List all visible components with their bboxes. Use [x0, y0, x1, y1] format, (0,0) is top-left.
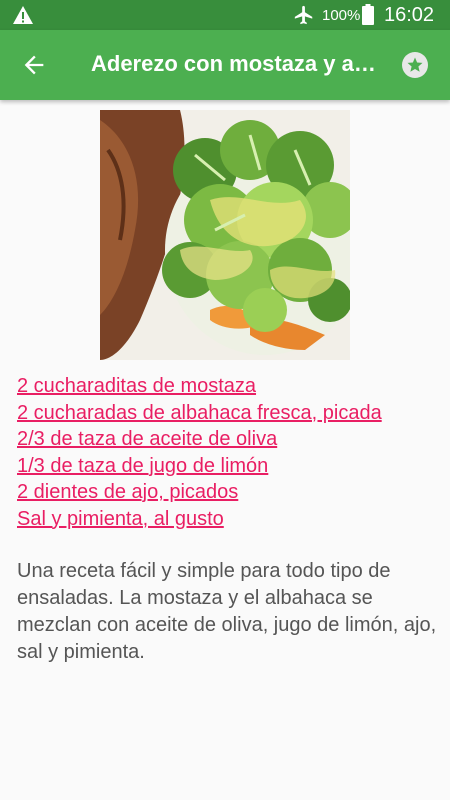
ingredient-link[interactable]: 2/3 de taza de aceite de oliva	[17, 428, 277, 450]
ingredient-link[interactable]: Sal y pimienta, al gusto	[17, 508, 224, 530]
list-item: 2 dientes de ajo, picados	[17, 479, 437, 506]
ingredient-link[interactable]: 2 cucharadas de albahaca fresca, picada	[17, 402, 382, 424]
battery-icon	[362, 4, 374, 25]
list-item: 1/3 de taza de jugo de limón	[17, 453, 437, 480]
warning-icon	[13, 6, 33, 24]
back-arrow-icon[interactable]	[20, 51, 48, 79]
ingredient-link[interactable]: 2 cucharaditas de mostaza	[17, 375, 256, 397]
recipe-photo	[100, 110, 350, 360]
favorite-button[interactable]	[402, 52, 428, 78]
page-title: Aderezo con mostaza y albahaca	[91, 51, 381, 76]
favorite-star-icon	[407, 57, 423, 72]
list-item: 2 cucharaditas de mostaza	[17, 373, 437, 400]
ingredient-link[interactable]: 2 dientes de ajo, picados	[17, 481, 238, 503]
ingredient-link[interactable]: 1/3 de taza de jugo de limón	[17, 455, 268, 477]
airplane-mode-icon	[294, 5, 313, 25]
status-bar: 100% 16:02	[0, 0, 450, 30]
clock: 16:02	[384, 4, 435, 26]
list-item: 2 cucharadas de albahaca fresca, picada	[17, 400, 437, 427]
recipe-description: Una receta fácil y simple para todo tipo…	[17, 560, 437, 663]
ingredients-list: 2 cucharaditas de mostaza 2 cucharadas d…	[17, 373, 437, 532]
battery-percent: 100%	[322, 7, 361, 24]
list-item: Sal y pimienta, al gusto	[17, 506, 437, 533]
app-bar: Aderezo con mostaza y albahaca	[0, 30, 450, 100]
list-item: 2/3 de taza de aceite de oliva	[17, 426, 437, 453]
